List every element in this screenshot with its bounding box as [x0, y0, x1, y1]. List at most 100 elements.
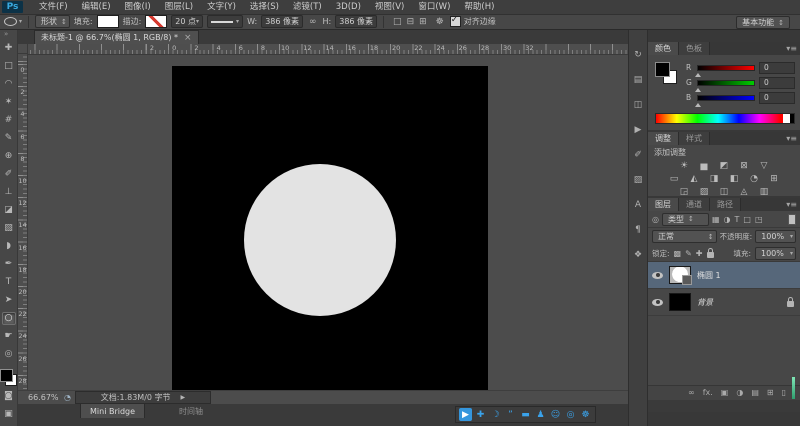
workspace-switcher[interactable]: 基本功能 ↕: [736, 16, 790, 29]
mini-bridge-search-icon[interactable]: ◎: [564, 408, 577, 421]
stroke-style-dropdown[interactable]: ▾: [207, 15, 243, 28]
mini-bridge-rotate-icon[interactable]: ☽: [489, 408, 502, 421]
info-panel-icon[interactable]: ◫: [634, 100, 643, 111]
brush-tool-icon[interactable]: ✐: [2, 168, 16, 181]
screen-mode-button[interactable]: ▣: [2, 408, 16, 421]
lasso-tool-icon[interactable]: ◠: [2, 78, 16, 91]
ruler-origin-corner[interactable]: [18, 44, 28, 54]
menu-edit[interactable]: 编辑(E): [75, 0, 118, 14]
opacity-field[interactable]: 100% ▾: [755, 230, 796, 243]
menu-select[interactable]: 选择(S): [243, 0, 286, 14]
move-tool-icon[interactable]: ✚: [2, 42, 16, 55]
clone-source-panel-icon[interactable]: ❖: [634, 250, 642, 261]
eraser-tool-icon[interactable]: ◪: [2, 204, 16, 217]
mini-bridge-pan-icon[interactable]: ✚: [474, 408, 487, 421]
document-info[interactable]: 文档:1.83M/0 字节 ▶: [75, 391, 211, 404]
foreground-color-swatch[interactable]: [0, 369, 13, 382]
gear-icon[interactable]: ☸: [434, 17, 446, 27]
visibility-eye-icon[interactable]: [652, 272, 663, 279]
adj-levels-icon[interactable]: ▅: [698, 160, 711, 172]
layer-row-ellipse-1[interactable]: 椭圆 1: [648, 262, 800, 289]
mini-bridge-user-icon[interactable]: ☺: [549, 408, 562, 421]
foreground-color-swatch[interactable]: [655, 62, 670, 77]
document-tab[interactable]: 未标题-1 @ 66.7%(椭圆 1, RGB/8) * ×: [34, 30, 199, 44]
menu-file[interactable]: 文件(F): [32, 0, 75, 14]
filter-smart-object-icon[interactable]: ◳: [755, 215, 763, 224]
lock-pixels-icon[interactable]: ✎: [685, 249, 692, 258]
adj-black-white-icon[interactable]: ◨: [708, 173, 721, 185]
mini-bridge-play-icon[interactable]: ▶: [459, 408, 472, 421]
red-slider[interactable]: [697, 65, 755, 71]
tab-color[interactable]: 颜色: [648, 42, 679, 55]
gradient-tool-icon[interactable]: ▧: [2, 222, 16, 235]
tab-layers[interactable]: 图层: [648, 198, 679, 211]
new-layer-button[interactable]: ⊞: [767, 386, 774, 400]
green-value-field[interactable]: 0: [759, 77, 795, 89]
align-edges-checkbox[interactable]: [450, 16, 461, 27]
filter-pixel-icon[interactable]: ▦: [712, 215, 720, 224]
layer-name[interactable]: 背景: [697, 297, 713, 308]
scroll-indicator[interactable]: [792, 377, 795, 399]
quick-mask-button[interactable]: ◙: [2, 390, 16, 403]
character-panel-icon[interactable]: A: [635, 200, 641, 211]
shape-width-field[interactable]: 386 像素: [261, 15, 303, 28]
mini-bridge-card-icon[interactable]: ▬: [519, 408, 532, 421]
color-spectrum-bar[interactable]: [655, 113, 795, 124]
filter-shape-icon[interactable]: □: [743, 215, 751, 224]
status-menu-arrow-icon[interactable]: ▶: [181, 394, 186, 401]
adj-color-balance-icon[interactable]: ◭: [688, 173, 701, 185]
tab-adjustments[interactable]: 调整: [648, 132, 679, 145]
layer-thumbnail[interactable]: [669, 293, 691, 311]
pen-tool-icon[interactable]: ✒: [2, 258, 16, 271]
adj-threshold-icon[interactable]: ◫: [718, 186, 731, 198]
eyedropper-tool-icon[interactable]: ✎: [2, 132, 16, 145]
path-align-button[interactable]: ⊟: [407, 17, 415, 27]
tab-timeline[interactable]: 时间轴: [170, 404, 212, 418]
tool-preset-picker[interactable]: ▾: [4, 17, 22, 26]
layer-list-empty-area[interactable]: [648, 316, 800, 385]
mini-bridge-cloth-icon[interactable]: ♟: [534, 408, 547, 421]
magic-wand-tool-icon[interactable]: ✶: [2, 96, 16, 109]
layer-row-background[interactable]: 背景: [648, 289, 800, 316]
blend-mode-dropdown[interactable]: 正常 ↕: [652, 230, 717, 243]
close-icon[interactable]: ×: [184, 33, 192, 43]
panel-menu-icon[interactable]: ▾≡: [786, 134, 797, 143]
panel-menu-icon[interactable]: ▾≡: [786, 200, 797, 209]
shape-height-field[interactable]: 386 像素: [335, 15, 377, 28]
type-tool-icon[interactable]: T: [2, 276, 16, 289]
horizontal-ruler[interactable]: 202468101214161820222426283032: [28, 44, 628, 55]
ellipse-shape[interactable]: [244, 164, 396, 316]
menu-filter[interactable]: 滤镜(T): [286, 0, 329, 14]
adj-color-lookup-icon[interactable]: ⊞: [768, 173, 781, 185]
layer-style-button[interactable]: fx.: [703, 386, 713, 400]
red-value-field[interactable]: 0: [759, 62, 795, 74]
menu-help[interactable]: 帮助(H): [457, 0, 501, 14]
adj-exposure-icon[interactable]: ⊠: [738, 160, 751, 172]
filter-kind-dropdown[interactable]: 类型 ↕: [662, 213, 709, 226]
filter-toggle-switch[interactable]: [788, 214, 796, 225]
menu-view[interactable]: 视图(V): [368, 0, 411, 14]
filter-adjustment-icon[interactable]: ◑: [724, 215, 731, 224]
adj-brightness-contrast-icon[interactable]: ☀: [678, 160, 691, 172]
adj-curves-icon[interactable]: ◩: [718, 160, 731, 172]
adj-gradient-map-icon[interactable]: ◬: [738, 186, 751, 198]
blur-tool-icon[interactable]: ◗: [2, 240, 16, 253]
menu-window[interactable]: 窗口(W): [411, 0, 457, 14]
adj-selective-color-icon[interactable]: ▥: [758, 186, 771, 198]
new-adjustment-button[interactable]: ◑: [736, 386, 743, 400]
blue-slider[interactable]: [697, 95, 755, 101]
adj-vibrance-icon[interactable]: ▽: [758, 160, 771, 172]
adj-photo-filter-icon[interactable]: ◧: [728, 173, 741, 185]
tab-styles[interactable]: 样式: [679, 132, 710, 145]
brush-panel-icon[interactable]: ✐: [634, 150, 642, 161]
actions-panel-icon[interactable]: ▶: [635, 125, 642, 136]
collapse-toolbar-icon[interactable]: »: [4, 30, 8, 38]
history-panel-icon[interactable]: ↻: [634, 50, 642, 61]
path-select-tool-icon[interactable]: ➤: [2, 294, 16, 307]
layer-name[interactable]: 椭圆 1: [697, 270, 721, 281]
tab-mini-bridge[interactable]: Mini Bridge: [80, 404, 145, 418]
brush-presets-panel-icon[interactable]: ▨: [634, 175, 643, 186]
zoom-level-field[interactable]: 66.67%: [28, 393, 60, 402]
panel-color-swatches[interactable]: [655, 62, 677, 84]
zoom-tool-icon[interactable]: ◎: [2, 348, 16, 361]
